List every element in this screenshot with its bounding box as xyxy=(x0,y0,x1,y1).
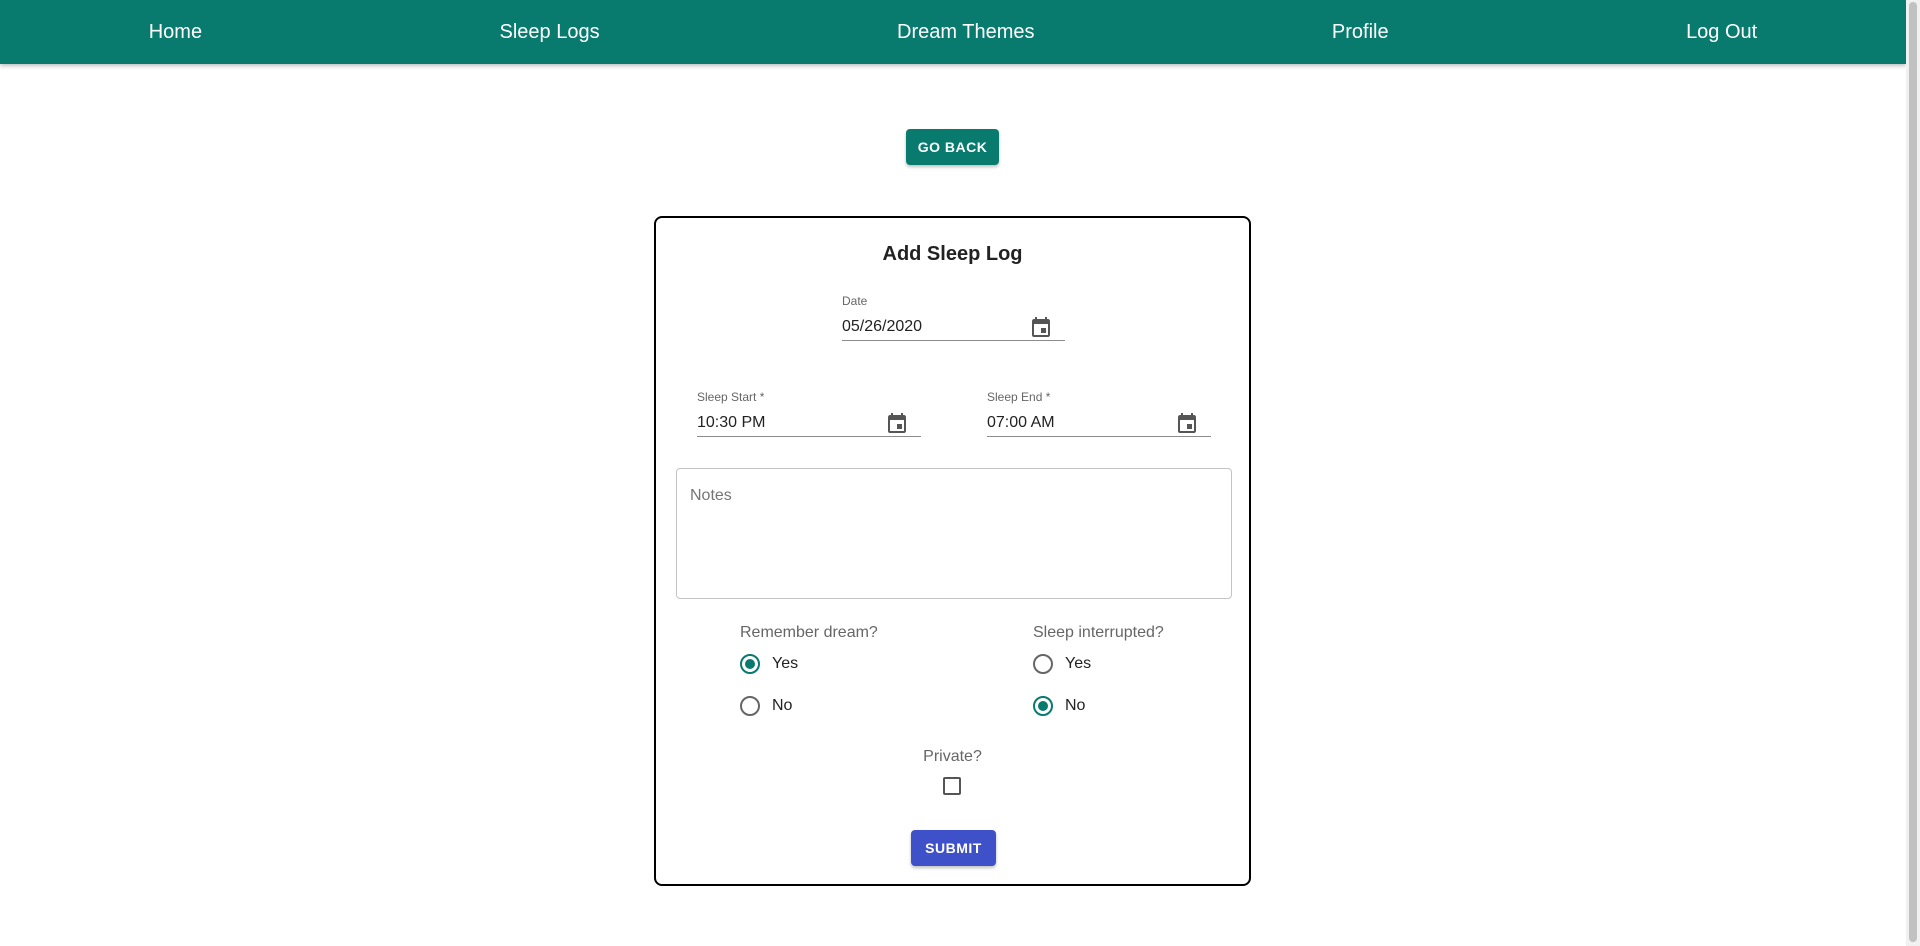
form-title: Add Sleep Log xyxy=(882,243,1023,265)
sleep-interrupted-no[interactable]: No xyxy=(1033,696,1085,716)
calendar-icon[interactable] xyxy=(885,412,909,436)
radio-label: No xyxy=(1065,697,1086,714)
scrollbar-thumb[interactable] xyxy=(1909,2,1917,942)
calendar-icon[interactable] xyxy=(1175,412,1199,436)
sleep-start-label: Sleep Start * xyxy=(697,390,765,404)
radio-label: No xyxy=(772,697,793,714)
nav-home[interactable]: Home xyxy=(141,21,210,44)
notes-textarea[interactable]: Notes xyxy=(676,468,1232,599)
date-value[interactable]: 05/26/2020 xyxy=(842,318,922,336)
date-underline xyxy=(842,340,1065,341)
sleep-start-field[interactable]: Sleep Start * 10:30 PM xyxy=(697,390,921,437)
radio-button[interactable] xyxy=(740,654,760,674)
notes-placeholder: Notes xyxy=(690,487,732,504)
top-nav-bar: Home Sleep Logs Dream Themes Profile Log… xyxy=(0,0,1906,64)
sleep-start-value[interactable]: 10:30 PM xyxy=(697,414,765,432)
radio-label: Yes xyxy=(772,655,799,672)
sleep-end-field[interactable]: Sleep End * 07:00 AM xyxy=(987,390,1211,437)
nav-sleep-logs[interactable]: Sleep Logs xyxy=(492,21,608,44)
radio-button[interactable] xyxy=(1033,696,1053,716)
sleep-interrupted-label: Sleep interrupted? xyxy=(1033,624,1164,641)
private-label: Private? xyxy=(923,748,982,765)
nav-profile[interactable]: Profile xyxy=(1324,21,1397,44)
sleep-interrupted-yes[interactable]: Yes xyxy=(1033,654,1091,674)
page-scrollbar[interactable] xyxy=(1906,0,1920,946)
submit-button[interactable]: SUBMIT xyxy=(911,830,996,866)
radio-button[interactable] xyxy=(740,696,760,716)
sleep-start-underline xyxy=(697,436,921,437)
add-sleep-log-form: Add Sleep Log Date 05/26/2020 Sleep Star… xyxy=(654,216,1251,886)
remember-dream-yes[interactable]: Yes xyxy=(740,654,798,674)
go-back-button[interactable]: GO BACK xyxy=(906,129,999,165)
sleep-end-label: Sleep End * xyxy=(987,390,1051,404)
sleep-end-value[interactable]: 07:00 AM xyxy=(987,414,1055,432)
radio-label: Yes xyxy=(1065,655,1092,672)
remember-dream-no[interactable]: No xyxy=(740,696,792,716)
date-field[interactable]: Date 05/26/2020 xyxy=(842,294,1065,341)
private-checkbox[interactable] xyxy=(943,777,961,795)
calendar-icon[interactable] xyxy=(1029,316,1053,340)
nav-dream-themes[interactable]: Dream Themes xyxy=(889,21,1042,44)
radio-button[interactable] xyxy=(1033,654,1053,674)
sleep-end-underline xyxy=(987,436,1211,437)
nav-log-out[interactable]: Log Out xyxy=(1678,21,1765,44)
remember-dream-label: Remember dream? xyxy=(740,624,878,641)
date-label: Date xyxy=(842,294,868,308)
